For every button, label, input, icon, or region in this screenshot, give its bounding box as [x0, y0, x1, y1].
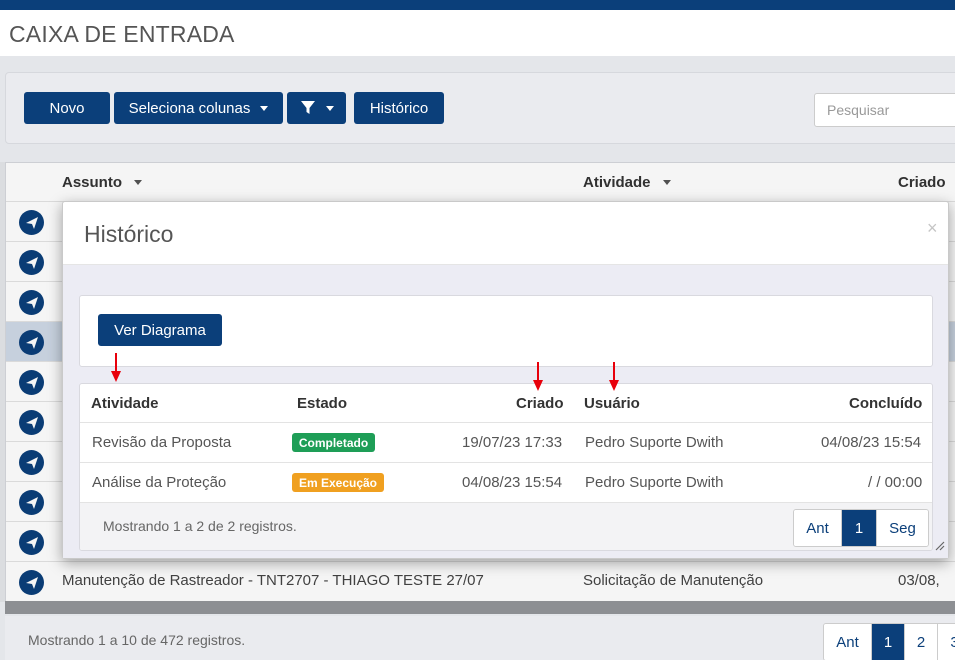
new-button[interactable]: Novo: [24, 92, 110, 124]
diagram-card: Ver Diagrama: [79, 295, 933, 367]
horizontal-scrollbar[interactable]: [5, 601, 955, 614]
view-diagram-label: Ver Diagrama: [114, 321, 206, 339]
pagination-prev[interactable]: Ant: [824, 624, 872, 660]
filter-icon: [300, 101, 315, 114]
modal-title: Histórico: [84, 221, 174, 247]
column-header-created[interactable]: Criado: [516, 395, 564, 412]
red-arrow-icon: [111, 353, 121, 382]
pagination-page-1[interactable]: 1: [842, 510, 877, 546]
select-columns-button[interactable]: Seleciona colunas: [114, 92, 283, 124]
pagination-page-2[interactable]: 2: [905, 624, 938, 660]
column-header-activity[interactable]: Atividade: [91, 395, 159, 412]
red-arrow-icon: [533, 362, 543, 391]
red-arrow-icon: [609, 362, 619, 391]
table-footer: Mostrando 1 a 10 de 472 registros. Ant 1…: [5, 616, 955, 660]
records-info: Mostrando 1 a 10 de 472 registros.: [28, 632, 246, 648]
close-icon[interactable]: ×: [927, 218, 938, 239]
view-diagram-button[interactable]: Ver Diagrama: [98, 314, 222, 346]
chevron-down-icon: [260, 105, 269, 111]
pagination: Ant 1 Seg: [793, 509, 929, 547]
status-badge: Em Execução: [292, 473, 384, 492]
history-button[interactable]: Histórico: [354, 92, 444, 124]
history-modal: Histórico × Ver Diagrama Atividade Estad…: [62, 201, 949, 559]
pagination-page-1[interactable]: 1: [872, 624, 905, 660]
column-header-user[interactable]: Usuário: [584, 395, 640, 412]
search-input[interactable]: Pesquisar: [814, 93, 955, 127]
row-activity: Análise da Proteção: [92, 474, 227, 491]
page-header: CAIXA DE ENTRADA: [0, 10, 955, 56]
history-row[interactable]: Revisão da Proposta Completado 19/07/23 …: [80, 422, 932, 462]
pagination-next[interactable]: Seg: [877, 510, 928, 546]
select-columns-label: Seleciona colunas: [128, 99, 251, 117]
row-completed: 04/08/23 15:54: [821, 434, 922, 451]
page-title: CAIXA DE ENTRADA: [9, 21, 235, 47]
column-header-state[interactable]: Estado: [297, 395, 347, 412]
search-placeholder: Pesquisar: [827, 102, 890, 118]
history-row[interactable]: Análise da Proteção Em Execução 04/08/23…: [80, 462, 932, 502]
history-button-label: Histórico: [369, 99, 429, 117]
pagination: Ant 1 2 3: [823, 623, 955, 660]
modal-header: Histórico ×: [63, 202, 948, 265]
top-accent-bar: [0, 0, 955, 10]
history-table: Atividade Estado Criado Usuário Concluíd…: [79, 383, 933, 551]
row-user: Pedro Suporte Dwith: [585, 434, 724, 451]
row-created: 04/08/23 15:54: [462, 474, 563, 491]
row-activity: Revisão da Proposta: [92, 434, 232, 451]
column-header-completed[interactable]: Concluído: [849, 395, 922, 412]
records-info: Mostrando 1 a 2 de 2 registros.: [103, 518, 297, 534]
chevron-down-icon: [325, 105, 334, 111]
new-button-label: Novo: [49, 99, 85, 117]
row-completed: / / 00:00: [868, 474, 923, 491]
status-badge: Completado: [292, 433, 375, 452]
filter-button[interactable]: [287, 92, 346, 124]
history-table-footer: Mostrando 1 a 2 de 2 registros. Ant 1 Se…: [80, 502, 932, 550]
pagination-prev[interactable]: Ant: [794, 510, 842, 546]
row-created: 19/07/23 17:33: [462, 434, 563, 451]
pagination-page-3[interactable]: 3: [938, 624, 955, 660]
resize-handle-icon[interactable]: [935, 541, 945, 551]
modal-body: Ver Diagrama Atividade Estado Criado Usu…: [63, 265, 948, 558]
row-user: Pedro Suporte Dwith: [585, 474, 724, 491]
